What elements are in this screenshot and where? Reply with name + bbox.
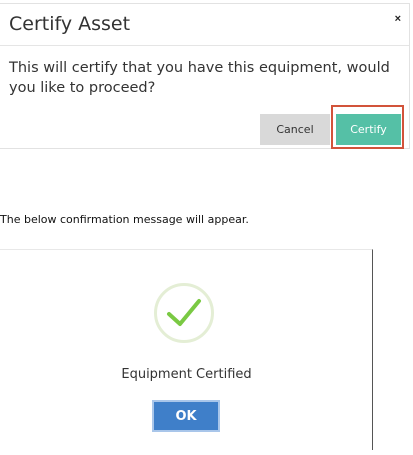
cancel-button[interactable]: Cancel (260, 114, 330, 145)
certify-asset-dialog: Certify Asset × This will certify that y… (0, 3, 410, 149)
certify-highlight-box (331, 105, 404, 149)
confirmation-dialog: Equipment Certified OK (0, 249, 373, 450)
instruction-note: The below confirmation message will appe… (0, 213, 249, 226)
ok-button[interactable]: OK (152, 400, 220, 432)
confirmation-message: Equipment Certified (121, 367, 252, 382)
dialog-title: Certify Asset (9, 13, 131, 35)
dialog-message: This will certify that you have this equ… (9, 60, 390, 96)
close-icon[interactable]: × (395, 13, 401, 25)
checkmark-icon (154, 283, 214, 343)
dialog-header: Certify Asset × (0, 4, 409, 46)
